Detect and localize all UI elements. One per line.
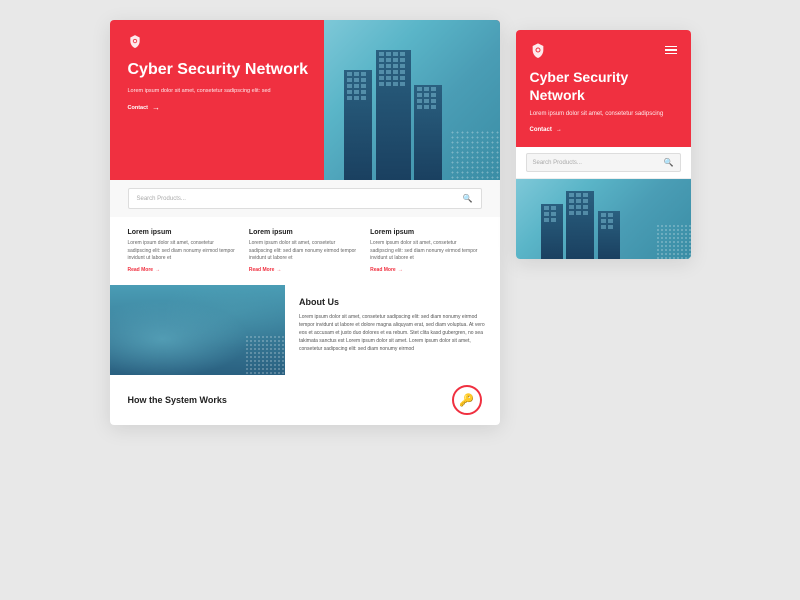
how-it-works-section: How the System Works 🔑: [110, 375, 500, 425]
hero-building-image: [324, 20, 500, 180]
building-3: [414, 85, 442, 180]
search-input[interactable]: Search Products...: [137, 196, 463, 202]
hero-content: Cyber Security Network Lorem ipsum dolor…: [128, 60, 309, 112]
feature-item-1: Lorem ipsum Lorem ipsum dolor sit amet, …: [128, 229, 239, 273]
feature-text-2: Lorem ipsum dolor sit amet, consetetur s…: [249, 240, 360, 263]
building-1: [344, 70, 372, 180]
search-section: Search Products... 🔍: [110, 180, 500, 217]
arrow-right-icon: →: [152, 103, 160, 112]
feature-item-2: Lorem ipsum Lorem ipsum dolor sit amet, …: [249, 229, 360, 273]
about-section: About Us Lorem ipsum dolor sit amet, con…: [110, 285, 500, 375]
feature-title-2: Lorem ipsum: [249, 229, 360, 236]
mobile-search-section: Search Products... 🔍: [516, 147, 691, 179]
dot-pattern-decoration: [450, 130, 500, 180]
about-title: About Us: [299, 297, 486, 307]
nav-logo: [128, 34, 142, 48]
hamburger-line-2: [665, 49, 677, 51]
about-image: [110, 285, 286, 375]
mobile-building-1: [541, 204, 563, 259]
mobile-building-2: [566, 191, 594, 259]
desktop-mockup: Products Catalogue News Contact Login Cy…: [110, 20, 500, 425]
hamburger-line-1: [665, 46, 677, 48]
mobile-hero: Cyber Security Network Lorem ipsum dolor…: [516, 30, 691, 147]
mobile-hero-subtitle: Lorem ipsum dolor sit amet, consetetur s…: [530, 110, 677, 119]
mobile-building-3: [598, 211, 620, 259]
mobile-search-icon: 🔍: [664, 158, 674, 167]
hero-cta-button[interactable]: Contact →: [128, 103, 309, 112]
mobile-search-bar[interactable]: Search Products... 🔍: [526, 153, 681, 172]
hero-section: Products Catalogue News Contact Login Cy…: [110, 20, 500, 180]
feature-item-3: Lorem ipsum Lorem ipsum dolor sit amet, …: [370, 229, 481, 273]
hamburger-line-3: [665, 53, 677, 55]
mobile-cta-button[interactable]: Contact →: [530, 127, 677, 133]
arrow-icon-2: →: [276, 267, 281, 273]
building-2: [376, 50, 411, 180]
feature-text-3: Lorem ipsum dolor sit amet, consetetur s…: [370, 240, 481, 263]
mobile-building-image: [516, 179, 691, 259]
dot-pattern-sm: [245, 335, 285, 375]
about-content: About Us Lorem ipsum dolor sit amet, con…: [285, 285, 500, 375]
mobile-logo: [530, 42, 546, 58]
about-text: Lorem ipsum dolor sit amet, consetetur s…: [299, 313, 486, 353]
hero-subtitle: Lorem ipsum dolor sit amet, consetetur s…: [128, 87, 309, 95]
mobile-hero-title: Cyber Security Network: [530, 68, 677, 104]
hamburger-menu[interactable]: [665, 46, 677, 55]
read-more-3[interactable]: Read More →: [370, 267, 481, 273]
how-title: How the System Works: [128, 395, 227, 405]
key-icon: 🔑: [452, 385, 482, 415]
hero-title: Cyber Security Network: [128, 60, 309, 81]
search-icon: 🔍: [463, 194, 473, 203]
search-bar[interactable]: Search Products... 🔍: [128, 188, 482, 209]
arrow-icon-3: →: [398, 267, 403, 273]
feature-text-1: Lorem ipsum dolor sit amet, consetetur s…: [128, 240, 239, 263]
features-section: Lorem ipsum Lorem ipsum dolor sit amet, …: [110, 217, 500, 285]
read-more-1[interactable]: Read More →: [128, 267, 239, 273]
mobile-nav: [530, 42, 677, 58]
mobile-dot-pattern: [656, 224, 691, 259]
mobile-search-input[interactable]: Search Products...: [533, 160, 664, 166]
mobile-arrow-icon: →: [556, 127, 562, 133]
feature-title-1: Lorem ipsum: [128, 229, 239, 236]
read-more-2[interactable]: Read More →: [249, 267, 360, 273]
arrow-icon-1: →: [155, 267, 160, 273]
mobile-mockup: Cyber Security Network Lorem ipsum dolor…: [516, 30, 691, 259]
feature-title-3: Lorem ipsum: [370, 229, 481, 236]
